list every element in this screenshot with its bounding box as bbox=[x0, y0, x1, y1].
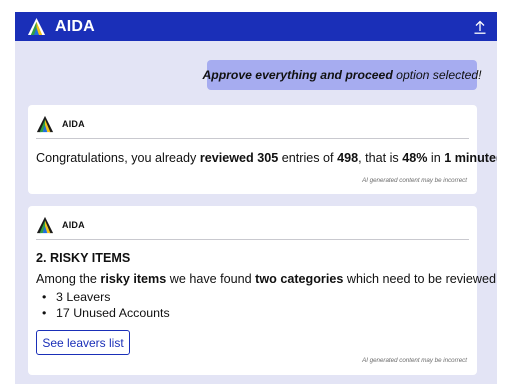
aida-logo-icon bbox=[36, 216, 54, 234]
upload-icon bbox=[474, 20, 486, 34]
message-header: AIDA bbox=[36, 215, 85, 235]
sender-name: AIDA bbox=[62, 119, 85, 129]
ai-disclaimer: AI generated content may be incorrect bbox=[362, 357, 467, 364]
message-header: AIDA bbox=[36, 114, 85, 134]
selection-suffix: option selected! bbox=[392, 68, 482, 82]
assistant-message-risky-items: AIDA 2. RISKY ITEMS Among the risky item… bbox=[28, 206, 497, 375]
selected-option: Approve everything and proceed bbox=[202, 68, 393, 82]
see-leavers-list-button[interactable]: See leavers list bbox=[36, 330, 130, 355]
divider bbox=[36, 239, 469, 240]
risky-items-emphasis: risky items bbox=[100, 272, 167, 286]
app-title: AIDA bbox=[55, 18, 95, 35]
aida-logo-icon bbox=[27, 17, 46, 36]
aida-logo-icon bbox=[36, 115, 54, 133]
risky-items-list: 3 Leavers 17 Unused Accounts bbox=[42, 290, 170, 321]
percent-complete: 48% bbox=[402, 151, 428, 165]
assistant-message-progress: AIDA Congratulations, you already review… bbox=[28, 105, 497, 194]
risky-items-intro: Among the risky items we have found two … bbox=[36, 272, 497, 286]
section-title: 2. RISKY ITEMS bbox=[36, 251, 131, 265]
top-bar: AIDA bbox=[15, 12, 497, 41]
categories-emphasis: two categories bbox=[255, 272, 344, 286]
ai-disclaimer: AI generated content may be incorrect bbox=[362, 177, 467, 184]
elapsed-time: 1 minute(s) bbox=[444, 151, 497, 165]
list-item: 17 Unused Accounts bbox=[42, 306, 170, 322]
reviewed-count: reviewed 305 bbox=[199, 151, 279, 165]
sender-name: AIDA bbox=[62, 220, 85, 230]
total-count: 498 bbox=[337, 151, 359, 165]
progress-message: Congratulations, you already reviewed 30… bbox=[36, 151, 497, 165]
list-item: 3 Leavers bbox=[42, 290, 170, 306]
divider bbox=[36, 138, 469, 139]
user-selection-message: Approve everything and proceed option se… bbox=[202, 60, 482, 90]
upload-button[interactable] bbox=[469, 16, 491, 38]
chat-window: AIDA Approve everything and proceed opti… bbox=[15, 12, 497, 384]
